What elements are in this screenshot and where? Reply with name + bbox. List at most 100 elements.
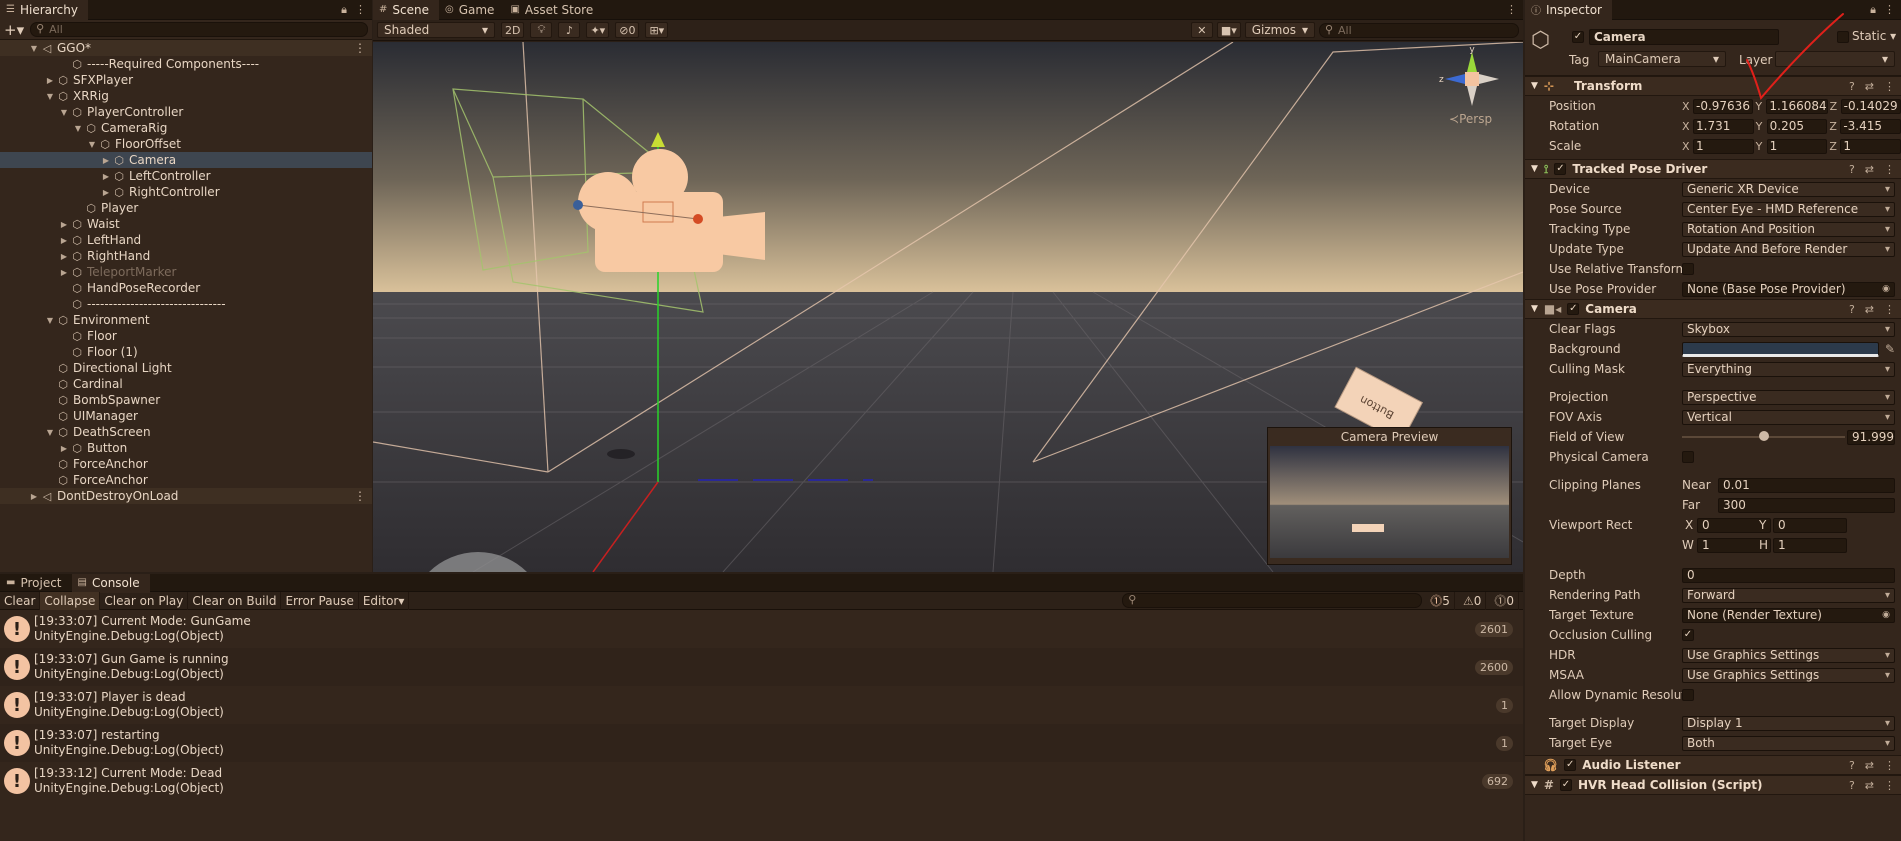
help-icon[interactable]: ?: [1849, 779, 1855, 792]
hierarchy-item[interactable]: ▼ ⬡ FloorOffset: [0, 136, 372, 152]
target-eye-dropdown[interactable]: Both: [1682, 735, 1895, 751]
rendering-path-dropdown[interactable]: Forward: [1682, 587, 1895, 603]
prop-dropdown[interactable]: Generic XR Device: [1682, 181, 1895, 197]
add-icon[interactable]: +▾: [4, 21, 24, 39]
clear-on-build-toggle[interactable]: Clear on Build: [188, 591, 282, 610]
background-color-swatch[interactable]: [1682, 341, 1879, 357]
camera-component-header[interactable]: ▼ ■◂ ✓ Camera ? ⇄ ⋮: [1525, 299, 1901, 319]
hierarchy-item[interactable]: ▼ ⬡ Environment: [0, 312, 372, 328]
orientation-gizmo[interactable]: y z ≺Persp: [1437, 44, 1507, 126]
rotation-x-field[interactable]: 1.731: [1693, 118, 1754, 134]
culling-mask-dropdown[interactable]: Everything: [1682, 361, 1895, 377]
scale-z-field[interactable]: 1: [1840, 138, 1901, 154]
dynamic-resolution-checkbox[interactable]: [1682, 689, 1694, 701]
more-icon[interactable]: ⋮: [354, 489, 366, 503]
depth-field[interactable]: 0: [1682, 567, 1895, 583]
hierarchy-item[interactable]: ▶ ⬡ Camera: [0, 152, 372, 168]
collapsed-arrow-icon[interactable]: ▶: [44, 76, 56, 85]
hierarchy-item[interactable]: ▶ ⬡ Waist: [0, 216, 372, 232]
hierarchy-item[interactable]: ⬡ Player: [0, 200, 372, 216]
hierarchy-item[interactable]: ⬡ --------------------------------: [0, 296, 372, 312]
more-icon[interactable]: ⋮: [1884, 163, 1895, 176]
tab-asset-store[interactable]: ▣ Asset Store: [504, 0, 603, 20]
collapsed-arrow-icon[interactable]: ▶: [58, 252, 70, 261]
clear-on-play-toggle[interactable]: Clear on Play: [100, 591, 189, 610]
hdr-dropdown[interactable]: Use Graphics Settings: [1682, 647, 1895, 663]
tab-console[interactable]: ▤ Console: [71, 574, 150, 593]
viewport-y-field[interactable]: 0: [1773, 517, 1847, 533]
active-checkbox[interactable]: ✓: [1572, 31, 1584, 43]
hierarchy-item[interactable]: ▼ ⬡ PlayerController: [0, 104, 372, 120]
collapse-toggle[interactable]: Collapse: [40, 591, 101, 610]
hierarchy-item[interactable]: ▼ ◁ GGO* ⋮: [0, 40, 372, 56]
hierarchy-item[interactable]: ▶ ⬡ TeleportMarker: [0, 264, 372, 280]
more-icon[interactable]: ⋮: [1884, 779, 1895, 792]
grid-snap-icon[interactable]: ⊞▾: [645, 22, 669, 38]
more-icon[interactable]: ⋮: [1884, 3, 1895, 17]
preset-icon[interactable]: ⇄: [1865, 759, 1874, 772]
tools-icon[interactable]: ✕: [1190, 22, 1213, 38]
message-count-toggle[interactable]: ⓵0: [1490, 591, 1519, 610]
preset-icon[interactable]: ⇄: [1865, 163, 1874, 176]
prop-object-field[interactable]: None (Base Pose Provider): [1682, 281, 1895, 297]
expanded-arrow-icon[interactable]: ▼: [86, 140, 98, 149]
gizmos-dropdown[interactable]: Gizmos ▾: [1244, 22, 1315, 38]
more-icon[interactable]: ⋮: [355, 3, 366, 17]
hierarchy-item[interactable]: ▶ ⬡ RightHand: [0, 248, 372, 264]
target-display-dropdown[interactable]: Display 1: [1682, 715, 1895, 731]
prop-dropdown[interactable]: Update And Before Render: [1682, 241, 1895, 257]
2d-toggle[interactable]: 2D: [501, 22, 525, 38]
hierarchy-item[interactable]: ⬡ ForceAnchor: [0, 456, 372, 472]
hierarchy-item[interactable]: ⬡ Cardinal: [0, 376, 372, 392]
scene-search-input[interactable]: All: [1319, 22, 1519, 38]
camera-enabled-checkbox[interactable]: ✓: [1567, 303, 1580, 315]
lighting-icon[interactable]: 💡︎: [530, 22, 553, 38]
preset-icon[interactable]: ⇄: [1865, 303, 1874, 316]
fov-axis-dropdown[interactable]: Vertical: [1682, 409, 1895, 425]
shading-mode-dropdown[interactable]: Shaded ▾: [377, 22, 495, 38]
hierarchy-item[interactable]: ⬡ HandPoseRecorder: [0, 280, 372, 296]
scale-x-field[interactable]: 1: [1693, 138, 1754, 154]
audio-icon[interactable]: ♪: [558, 22, 581, 38]
expanded-arrow-icon[interactable]: ▼: [58, 108, 70, 117]
collapsed-arrow-icon[interactable]: ▶: [28, 492, 40, 501]
error-pause-toggle[interactable]: Error Pause: [281, 591, 359, 610]
more-icon[interactable]: ⋮: [1506, 3, 1517, 16]
editor-dropdown[interactable]: Editor ▾: [359, 591, 410, 610]
more-icon[interactable]: ⋮: [354, 41, 366, 55]
log-entry[interactable]: ! [19:33:07] restarting UnityEngine.Debug:…: [0, 724, 1523, 762]
collapsed-arrow-icon[interactable]: ▶: [100, 172, 112, 181]
effects-icon[interactable]: ✦▾: [586, 22, 610, 38]
hierarchy-item[interactable]: ⬡ Floor: [0, 328, 372, 344]
more-icon[interactable]: ⋮: [1884, 80, 1895, 93]
log-entry[interactable]: ! [19:33:07] Current Mode: GunGame UnityEn…: [0, 610, 1523, 648]
near-field[interactable]: 0.01: [1718, 477, 1895, 493]
collapsed-arrow-icon[interactable]: ▶: [100, 156, 112, 165]
more-icon[interactable]: ⋮: [1884, 303, 1895, 316]
hierarchy-item[interactable]: ⬡ -----Required Components----: [0, 56, 372, 72]
hierarchy-item[interactable]: ⬡ UIManager: [0, 408, 372, 424]
prop-checkbox[interactable]: [1682, 263, 1694, 275]
tab-inspector[interactable]: ⓘ Inspector: [1525, 0, 1612, 20]
hierarchy-item[interactable]: ▶ ◁ DontDestroyOnLoad ⋮: [0, 488, 372, 504]
collapsed-arrow-icon[interactable]: ▶: [58, 220, 70, 229]
more-icon[interactable]: ⋮: [1884, 759, 1895, 772]
hierarchy-item[interactable]: ▶ ⬡ LeftHand: [0, 232, 372, 248]
tab-game[interactable]: ◎ Game: [439, 0, 504, 20]
viewport-h-field[interactable]: 1: [1773, 537, 1847, 553]
hierarchy-item[interactable]: ▼ ⬡ DeathScreen: [0, 424, 372, 440]
far-field[interactable]: 300: [1718, 497, 1895, 513]
tracked-pose-enabled-checkbox[interactable]: ✓: [1554, 163, 1567, 175]
projection-dropdown[interactable]: Perspective: [1682, 389, 1895, 405]
scene-viewport[interactable]: Button y z ≺Persp Camera Preview: [373, 42, 1523, 572]
hidden-objects-toggle[interactable]: ⊘ 0: [615, 22, 640, 38]
hierarchy-item[interactable]: ▼ ⬡ XRRig: [0, 88, 372, 104]
hierarchy-item[interactable]: ▼ ⬡ CameraRig: [0, 120, 372, 136]
log-entry[interactable]: ! [19:33:07] Gun Game is running UnityEngi…: [0, 648, 1523, 686]
camera-icon[interactable]: ■▾: [1216, 22, 1241, 38]
collapsed-arrow-icon[interactable]: ▶: [58, 236, 70, 245]
expanded-arrow-icon[interactable]: ▼: [72, 124, 84, 133]
collapsed-arrow-icon[interactable]: ▶: [58, 268, 70, 277]
console-search-input[interactable]: [1122, 593, 1423, 608]
tab-project[interactable]: ▬ Project: [0, 574, 72, 593]
